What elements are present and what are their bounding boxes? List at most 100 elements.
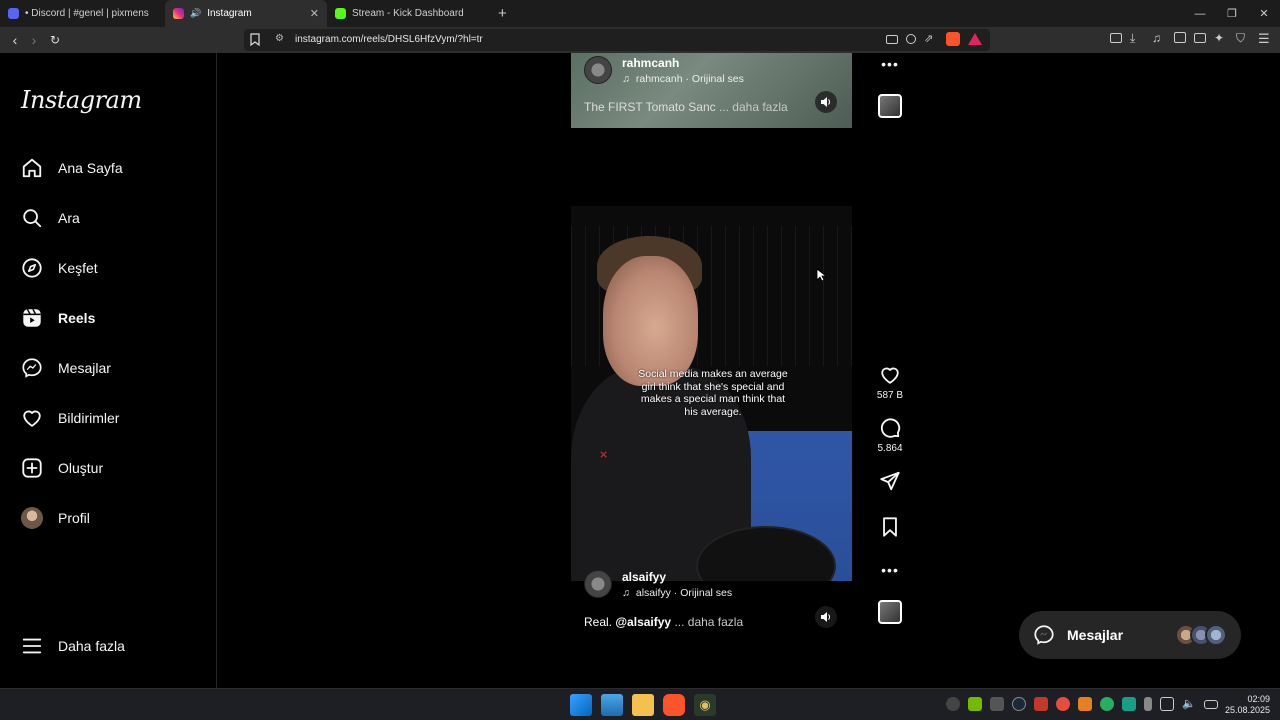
audio-info[interactable]: ♫ rahmcanh · Orijinal ses	[622, 73, 744, 85]
download-icon[interactable]: ⤓	[1130, 31, 1144, 45]
volume-icon[interactable]: 🔈	[1182, 697, 1196, 711]
nav-label: Bildirimler	[58, 410, 120, 426]
more-link[interactable]: ... daha fazla	[719, 100, 788, 114]
nav-label: Ana Sayfa	[58, 160, 123, 176]
more-options-icon[interactable]: •••	[876, 56, 904, 72]
audio-info[interactable]: ♫ alsaifyy · Orijinal ses	[622, 587, 732, 599]
save-button[interactable]	[876, 516, 904, 538]
file-explorer-icon[interactable]	[632, 694, 654, 716]
nav-more[interactable]: Daha fazla	[21, 631, 125, 661]
site-settings-icon[interactable]: ⚙	[275, 33, 284, 44]
bookmark-icon[interactable]	[250, 33, 260, 46]
vpn-icon[interactable]: ⛉	[1236, 31, 1250, 45]
brave-rewards-icon[interactable]	[968, 33, 982, 45]
tab-kick[interactable]: Stream - Kick Dashboard	[327, 0, 492, 27]
nav-reels[interactable]: Reels	[21, 303, 95, 333]
comment-icon	[880, 418, 901, 438]
menu-icon[interactable]: ☰	[1258, 31, 1272, 46]
sidebar-icon[interactable]	[1174, 32, 1186, 43]
close-tab-icon[interactable]: ✕	[310, 7, 319, 20]
audio-thumbnail[interactable]	[878, 94, 902, 118]
instagram-logo[interactable]: Instagram	[21, 86, 142, 114]
speaker-icon: 🔊	[190, 8, 202, 18]
share-button[interactable]	[876, 470, 904, 492]
browser-tabbar: • Discord | #genel | pixmens 🔊 Instagram…	[0, 0, 1280, 27]
tray-icon[interactable]	[1100, 697, 1114, 711]
browser-extensions: ⤓ ♫ ✦ ⛉ ☰	[1110, 31, 1272, 46]
tray-icon[interactable]	[1056, 697, 1070, 711]
caption-text: The FIRST Tomato Sanc	[584, 100, 716, 114]
nav-home[interactable]: Ana Sayfa	[21, 153, 123, 183]
tab-instagram[interactable]: 🔊 Instagram ✕	[165, 0, 327, 27]
nav-messages[interactable]: Mesajlar	[21, 353, 111, 383]
caption-text: Real.	[584, 615, 613, 629]
author-username[interactable]: rahmcanh	[622, 56, 744, 70]
home-icon	[22, 158, 42, 178]
reload-button[interactable]: ↻	[45, 30, 65, 50]
widgets-icon[interactable]	[601, 694, 623, 716]
messenger-icon	[22, 358, 42, 378]
leo-ai-icon[interactable]: ✦	[1214, 31, 1228, 45]
nav-create[interactable]: Oluştur	[21, 453, 103, 483]
microphone-icon[interactable]	[1144, 697, 1152, 711]
restore-button[interactable]: ❐	[1216, 0, 1248, 27]
reel-1-caption: The FIRST Tomato Sanc ... daha fazla	[584, 100, 788, 114]
mute-button[interactable]	[815, 91, 837, 113]
nav-label: Mesajlar	[58, 360, 111, 376]
tray-icon[interactable]	[990, 697, 1004, 711]
mute-button[interactable]	[815, 606, 837, 628]
audio-label: rahmcanh · Orijinal ses	[635, 73, 744, 85]
share-icon[interactable]: ⇗	[924, 32, 938, 46]
wallet-icon[interactable]	[1194, 33, 1206, 43]
audio-thumbnail[interactable]	[878, 600, 902, 624]
back-button[interactable]: ‹	[5, 30, 25, 50]
nvidia-icon[interactable]	[968, 697, 982, 711]
caption-mention[interactable]: @alsaifyy	[615, 615, 671, 629]
like-count: 587 B	[876, 390, 904, 401]
brave-browser-icon[interactable]	[663, 694, 685, 716]
nav-notifications[interactable]: Bildirimler	[21, 403, 119, 433]
nav-explore[interactable]: Keşfet	[21, 253, 98, 283]
nav-search[interactable]: Ara	[21, 203, 80, 233]
nav-label: Profil	[58, 510, 90, 526]
brave-shield-icon[interactable]	[946, 32, 960, 46]
url-bar[interactable]: ⚙ instagram.com/reels/DHSL6HfzVym/?hl=tr…	[244, 29, 990, 51]
nav-label: Oluştur	[58, 460, 104, 476]
tray-icon[interactable]	[1078, 697, 1092, 711]
media-icon[interactable]: ♫	[1152, 31, 1166, 45]
app-icon[interactable]: ◉	[694, 694, 716, 716]
reel-2-actions: 587 B 5.864 •••	[876, 364, 904, 624]
new-tab-button[interactable]: +	[498, 5, 507, 22]
url-actions: ⇗	[886, 32, 982, 46]
author-username[interactable]: alsaifyy	[622, 570, 732, 584]
start-icon[interactable]	[570, 694, 592, 716]
taskbar-clock[interactable]: 02:09 25.08.2025	[1225, 694, 1270, 716]
like-button[interactable]: 587 B	[876, 364, 904, 401]
battery-icon[interactable]	[1204, 700, 1218, 709]
tab-discord[interactable]: • Discord | #genel | pixmens	[0, 0, 165, 27]
more-options-icon[interactable]: •••	[876, 562, 904, 578]
zoom-icon[interactable]	[906, 34, 916, 44]
minimize-button[interactable]: —	[1184, 0, 1216, 27]
tray-icon[interactable]	[1034, 697, 1048, 711]
comment-count: 5.864	[877, 443, 903, 454]
messages-drawer-button[interactable]: Mesajlar	[1019, 611, 1241, 659]
more-link[interactable]: ... daha fazla	[674, 615, 743, 629]
nav-label: Keşfet	[58, 260, 98, 276]
steam-icon[interactable]	[1012, 697, 1026, 711]
shirt-logo-icon: ⨯	[599, 449, 609, 461]
tray-icon[interactable]	[1122, 697, 1136, 711]
tab-search-icon[interactable]	[1110, 33, 1122, 43]
author-avatar[interactable]	[584, 570, 612, 598]
hamburger-icon	[22, 638, 42, 654]
close-window-button[interactable]: ✕	[1248, 0, 1280, 27]
comment-button[interactable]: 5.864	[876, 417, 904, 454]
tray-icon[interactable]	[946, 697, 960, 711]
network-icon[interactable]	[1160, 697, 1174, 711]
cast-icon[interactable]	[886, 35, 898, 44]
forward-button[interactable]: ›	[24, 30, 44, 50]
reel-video-2[interactable]: ⨯ Social media makes an average girl thi…	[571, 206, 852, 581]
author-avatar[interactable]	[584, 56, 612, 84]
windows-taskbar: ◉ 🔈 02:09 25.08.2025	[0, 688, 1280, 720]
nav-profile[interactable]: Profil	[21, 503, 90, 533]
